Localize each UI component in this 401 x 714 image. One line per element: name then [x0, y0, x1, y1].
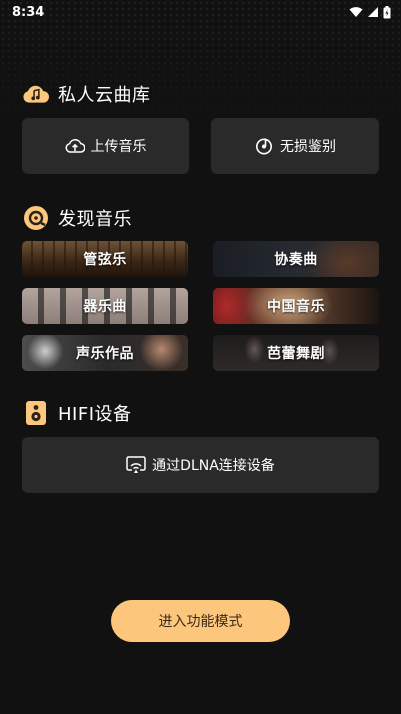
cloud-music-icon: [22, 80, 49, 107]
speaker-icon: [22, 399, 49, 426]
cast-screen-icon: [126, 455, 146, 475]
category-ballet[interactable]: 芭蕾舞剧: [213, 335, 379, 371]
lossless-disc-icon: [254, 136, 274, 156]
enter-function-mode-label: 进入功能模式: [158, 614, 243, 630]
signal-icon: [367, 6, 379, 18]
discover-title: 发现音乐: [58, 208, 132, 230]
upload-music-button[interactable]: 上传音乐: [22, 118, 189, 174]
wifi-icon: [349, 6, 363, 18]
discover-music-icon: [22, 204, 49, 231]
cloud-library-title: 私人云曲库: [58, 84, 151, 106]
category-label: 器乐曲: [83, 299, 127, 315]
category-vocal-works[interactable]: 声乐作品: [22, 335, 188, 371]
category-label: 协奏曲: [274, 252, 318, 268]
category-instrumental[interactable]: 器乐曲: [22, 288, 188, 324]
status-icons: [349, 5, 391, 19]
lossless-check-button[interactable]: 无损鉴别: [211, 118, 379, 174]
dlna-connect-label: 通过DLNA连接设备: [152, 458, 275, 474]
upload-music-label: 上传音乐: [90, 139, 147, 155]
category-label: 声乐作品: [76, 346, 134, 362]
hifi-title: HIFI设备: [58, 403, 132, 425]
discover-header: 发现音乐: [22, 204, 132, 231]
lossless-check-label: 无损鉴别: [280, 139, 336, 155]
battery-icon: [383, 5, 391, 19]
dlna-connect-button[interactable]: 通过DLNA连接设备: [22, 437, 379, 493]
status-bar: 8:34: [0, 0, 401, 24]
category-label: 中国音乐: [267, 299, 325, 315]
category-chinese-music[interactable]: 中国音乐: [213, 288, 379, 324]
status-time: 8:34: [12, 4, 45, 20]
enter-function-mode-button[interactable]: 进入功能模式: [111, 600, 290, 642]
upload-cloud-icon: [64, 136, 85, 156]
category-label: 管弦乐: [83, 252, 127, 268]
hifi-header: HIFI设备: [22, 399, 132, 426]
cloud-library-header: 私人云曲库: [22, 80, 151, 107]
category-orchestral[interactable]: 管弦乐: [22, 241, 188, 277]
category-concerto[interactable]: 协奏曲: [213, 241, 379, 277]
category-label: 芭蕾舞剧: [267, 346, 325, 362]
